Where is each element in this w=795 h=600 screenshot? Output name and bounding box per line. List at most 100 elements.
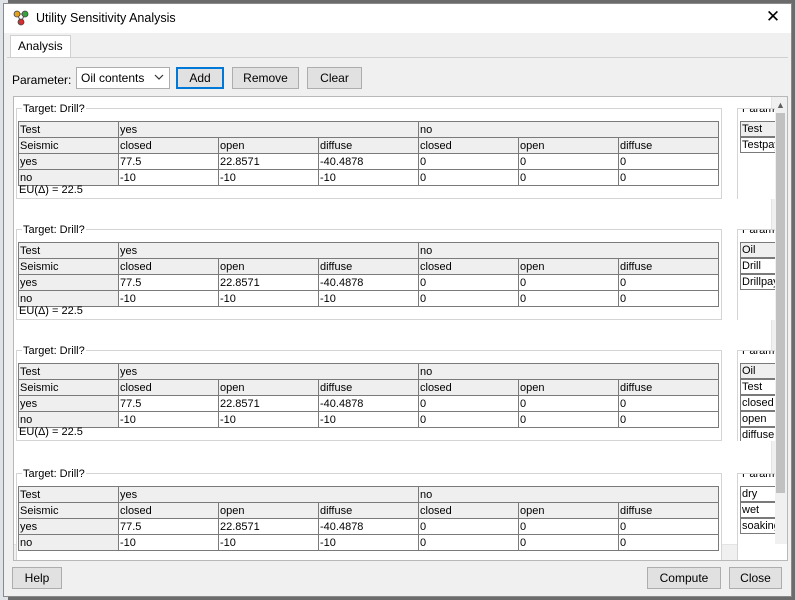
table-header-cell: yes (118, 121, 419, 138)
parameter-label: Parameter: (12, 73, 72, 87)
table-value-cell[interactable]: -10 (218, 169, 319, 186)
table-value-cell[interactable]: -40.4878 (318, 153, 419, 170)
clear-button[interactable]: Clear (307, 67, 362, 89)
table-value-cell[interactable]: 77.5 (118, 395, 219, 412)
table-value-cell[interactable]: 0 (618, 395, 719, 412)
table-value-cell[interactable]: 0 (518, 274, 619, 291)
table-value-cell[interactable]: 0 (518, 534, 619, 551)
table-value-cell[interactable]: -10 (318, 290, 419, 307)
panel-title: Target: Drill? (22, 345, 86, 357)
table-row: Test yes no (18, 242, 719, 259)
table-value-cell[interactable]: 0 (518, 395, 619, 412)
tab-analysis[interactable]: Analysis (10, 35, 71, 58)
table-value-cell[interactable]: 77.5 (118, 153, 219, 170)
table-value-cell[interactable]: -10 (118, 290, 219, 307)
table-value-cell[interactable]: 0 (418, 534, 519, 551)
parameter-item[interactable]: soaking (740, 518, 775, 534)
table-value-cell[interactable]: 0 (518, 290, 619, 307)
table-value-cell[interactable]: 0 (518, 518, 619, 535)
utility-table: Test yes no Seismic closed open diffuse closed o… (18, 486, 719, 551)
help-button[interactable]: Help (12, 567, 62, 589)
table-header-cell: closed (418, 137, 519, 154)
table-value-cell[interactable]: -40.4878 (318, 518, 419, 535)
parameter-item[interactable]: closed (740, 395, 775, 411)
table-header-cell: open (518, 137, 619, 154)
close-button[interactable]: Close (729, 567, 782, 589)
table-header-cell: diffuse (618, 379, 719, 396)
table-header-cell: yes (18, 395, 119, 412)
parameter-select[interactable]: Oil contents (76, 67, 170, 89)
parameter-item[interactable]: Test (740, 379, 775, 395)
table-header-cell: yes (18, 518, 119, 535)
parameter-item[interactable]: Drillpay (740, 274, 775, 290)
parameter-item[interactable]: wet (740, 502, 775, 518)
table-value-cell[interactable]: 22.8571 (218, 274, 319, 291)
table-value-cell[interactable]: 0 (418, 518, 519, 535)
table-value-cell[interactable]: -10 (118, 411, 219, 428)
table-header-cell: diffuse (318, 258, 419, 275)
table-value-cell[interactable]: -10 (318, 169, 419, 186)
table-row: Seismic closed open diffuse closed open diffus… (18, 502, 719, 519)
chevron-down-icon (154, 74, 164, 80)
vertical-scroll-thumb[interactable] (776, 113, 785, 493)
parameter-item[interactable]: Testpay (740, 137, 775, 153)
table-header-cell: open (518, 258, 619, 275)
table-header-cell: Seismic (18, 258, 119, 275)
table-value-cell[interactable]: 22.8571 (218, 153, 319, 170)
table-row: Seismic closed open diffuse closed open diffus… (18, 258, 719, 275)
utility-table-panel: Target: Drill? Test yes no Seismic closed open… (16, 224, 722, 320)
table-header-cell: Test (18, 486, 119, 503)
table-value-cell[interactable]: 0 (518, 153, 619, 170)
table-value-cell[interactable]: -10 (118, 169, 219, 186)
table-value-cell[interactable]: -10 (218, 290, 319, 307)
table-value-cell[interactable]: 77.5 (118, 274, 219, 291)
close-icon[interactable]: ✕ (765, 8, 781, 25)
expected-utility-label: EU(Δ) = 22.5 (19, 305, 83, 317)
parameter-item[interactable]: Oil (740, 363, 775, 379)
compute-button[interactable]: Compute (647, 567, 721, 589)
remove-button[interactable]: Remove (232, 67, 299, 89)
parameter-item[interactable]: open (740, 411, 775, 427)
table-value-cell[interactable]: 0 (618, 290, 719, 307)
parameter-item[interactable]: dry (740, 486, 775, 502)
table-value-cell[interactable]: -10 (318, 411, 419, 428)
table-value-cell[interactable]: 0 (418, 274, 519, 291)
table-value-cell[interactable]: 0 (618, 153, 719, 170)
table-header-cell: Test (18, 121, 119, 138)
table-value-cell[interactable]: -40.4878 (318, 274, 419, 291)
table-value-cell[interactable]: 0 (518, 411, 619, 428)
parameter-item[interactable]: Oil (740, 242, 775, 258)
table-value-cell[interactable]: -10 (118, 534, 219, 551)
table-value-cell[interactable]: -40.4878 (318, 395, 419, 412)
add-button[interactable]: Add (176, 67, 224, 89)
table-value-cell[interactable]: 22.8571 (218, 395, 319, 412)
table-value-cell[interactable]: 0 (518, 169, 619, 186)
table-value-cell[interactable]: 0 (618, 534, 719, 551)
table-value-cell[interactable]: 0 (418, 395, 519, 412)
table-value-cell[interactable]: 77.5 (118, 518, 219, 535)
table-header-cell: diffuse (618, 502, 719, 519)
table-value-cell[interactable]: 0 (418, 169, 519, 186)
table-value-cell[interactable]: 0 (618, 274, 719, 291)
table-value-cell[interactable]: -10 (318, 534, 419, 551)
table-value-cell[interactable]: -10 (218, 411, 319, 428)
panel-title: Target: Drill? (22, 103, 86, 115)
parameter-item[interactable]: Drill (740, 258, 775, 274)
table-header-cell: yes (18, 153, 119, 170)
table-header-cell: closed (118, 379, 219, 396)
table-value-cell[interactable]: 0 (618, 518, 719, 535)
table-value-cell[interactable]: 0 (418, 290, 519, 307)
table-value-cell[interactable]: 0 (418, 411, 519, 428)
table-value-cell[interactable]: 22.8571 (218, 518, 319, 535)
table-value-cell[interactable]: -10 (218, 534, 319, 551)
parameter-item[interactable]: Test (740, 121, 775, 137)
table-header-cell: Test (18, 242, 119, 259)
parameters-panel: Parameters drywetsoaking (737, 473, 775, 560)
table-value-cell[interactable]: 0 (418, 153, 519, 170)
table-value-cell[interactable]: 0 (618, 411, 719, 428)
parameter-item[interactable]: diffuse (740, 427, 775, 441)
table-header-cell: open (218, 379, 319, 396)
results-scroll-area[interactable]: ▲ ‹ › Target: Drill?TestyesnoSeismicclos… (13, 96, 788, 561)
utility-table: Test yes no Seismic closed open diffuse closed o… (18, 242, 719, 307)
table-value-cell[interactable]: 0 (618, 169, 719, 186)
